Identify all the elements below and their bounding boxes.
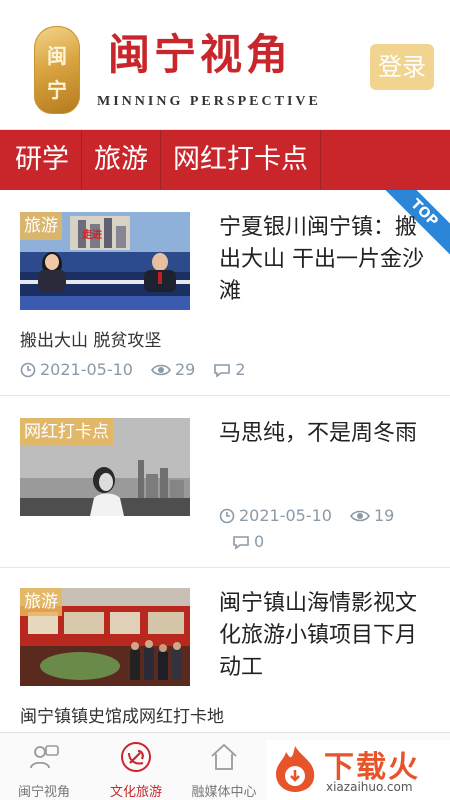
eye-icon [151,364,171,375]
login-button[interactable]: 登录 [370,44,434,90]
publish-date: 2021-05-10 [40,360,133,379]
app-header: 闽 宁 闽宁视角 MINNING PERSPECTIVE 登录 [0,0,450,130]
article-title[interactable]: 闽宁镇山海情影视文化旅游小镇项目下月动工 [219,588,434,684]
tab-hotspot[interactable]: 网红打卡点 [161,130,321,190]
article-feed: TOP 走进 旅游 宁夏银川闽宁镇：搬出大山 干出一片金沙滩 搬出大山 脱贫攻坚… [0,190,450,732]
tab-study[interactable]: 研学 [0,130,82,190]
tab-culture-travel[interactable]: 文化旅游 [92,733,180,800]
article-summary: 搬出大山 脱贫攻坚 [20,331,162,351]
tab-media-center[interactable]: 融媒体中心 [180,733,268,800]
article-thumbnail[interactable]: 旅游 [20,588,190,686]
view-count: 19 [373,506,395,525]
article-card[interactable]: TOP 走进 旅游 宁夏银川闽宁镇：搬出大山 干出一片金沙滩 搬出大山 脱贫攻坚… [0,190,450,396]
tab-travel[interactable]: 旅游 [82,130,161,190]
eye-icon [350,510,370,521]
article-card[interactable]: 旅游 闽宁镇山海情影视文化旅游小镇项目下月动工 闽宁镇镇史馆成网红打卡地 [0,568,450,732]
tab-minning-view[interactable]: 闽宁视角 [0,733,88,800]
comment-icon [214,363,231,378]
comment-icon [233,535,249,550]
article-meta: 2021-05-10 29 2 [20,360,246,379]
article-title[interactable]: 马思纯，不是周冬雨 [219,418,434,450]
logo-seal: 闽 宁 [34,26,80,114]
brand-subtitle: MINNING PERSPECTIVE [97,94,321,109]
article-thumbnail[interactable]: 走进 旅游 [20,212,190,310]
view-count: 29 [174,360,196,379]
flame-logo-icon [276,746,315,792]
category-tag: 旅游 [20,588,62,616]
category-tag: 旅游 [20,212,62,240]
publish-date: 2021-05-10 [239,506,332,525]
party-emblem-icon [121,742,151,772]
category-nav: 研学 旅游 网红打卡点 [0,130,450,190]
comment-count: 2 [235,360,246,379]
category-tag: 网红打卡点 [20,418,113,446]
people-icon [30,745,59,769]
comment-count: 0 [254,532,265,551]
svg-text:走进: 走进 [81,228,102,241]
site-watermark: 下载火 xiazaihuo.com [266,740,450,800]
article-meta: 2021-05-10 19 [219,506,394,525]
article-title[interactable]: 宁夏银川闽宁镇：搬出大山 干出一片金沙滩 [219,212,434,308]
watermark-url: xiazaihuo.com [326,780,413,794]
home-icon [211,743,237,770]
article-summary: 闽宁镇镇史馆成网红打卡地 [20,707,224,727]
clock-icon [219,508,235,523]
article-thumbnail[interactable]: 网红打卡点 [20,418,190,516]
clock-icon [20,362,36,377]
brand-title: 闽宁视角 [108,30,293,79]
article-meta-comments: 0 [232,532,264,551]
article-card[interactable]: 网红打卡点 马思纯，不是周冬雨 2021-05-10 19 0 [0,396,450,568]
